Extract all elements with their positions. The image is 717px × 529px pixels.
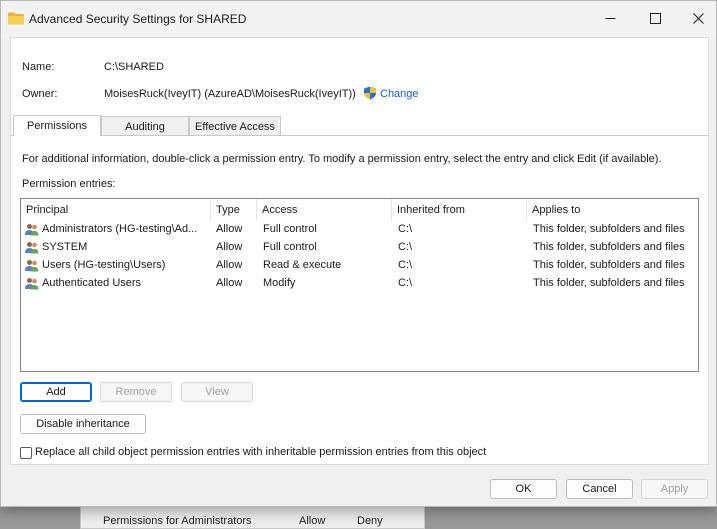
maximize-icon (649, 12, 661, 24)
applies-cell: This folder, subfolders and files (533, 223, 685, 235)
type-cell: Allow (216, 223, 243, 235)
maximize-button[interactable] (632, 1, 678, 35)
owner-value: MoisesRuck(IveyIT) (AzureAD\MoisesRuck(I… (104, 88, 356, 100)
bg-allow-label: Allow (299, 515, 326, 527)
column-header-type[interactable]: Type (211, 199, 257, 220)
inherited-cell: C:\ (398, 241, 413, 253)
permission-entries-list[interactable]: Principal Type Access Inherited from App… (20, 198, 699, 372)
inherited-cell: C:\ (398, 259, 413, 271)
users-group-icon (25, 277, 39, 289)
name-value: C:\SHARED (104, 61, 164, 73)
tab-effective-access[interactable]: Effective Access (189, 116, 281, 136)
add-button[interactable]: Add (20, 382, 92, 402)
users-group-icon (25, 223, 39, 235)
name-label: Name: (22, 61, 55, 73)
cancel-button[interactable]: Cancel (566, 479, 633, 499)
applies-cell: This folder, subfolders and files (533, 241, 685, 253)
change-owner-link[interactable]: Change (380, 88, 419, 100)
minimize-icon (605, 17, 615, 19)
bg-deny-label: Deny (357, 515, 383, 527)
access-cell: Full control (263, 241, 317, 253)
permission-entries-label: Permission entries: (22, 178, 116, 190)
owner-label: Owner: (22, 88, 58, 100)
principal-cell: SYSTEM (42, 241, 88, 253)
access-cell: Modify (263, 277, 296, 289)
applies-cell: This folder, subfolders and files (533, 259, 685, 271)
folder-icon (8, 12, 24, 25)
minimize-button[interactable] (587, 1, 633, 35)
tab-auditing[interactable]: Auditing (101, 116, 189, 136)
inherited-cell: C:\ (398, 277, 413, 289)
replace-child-permissions-checkbox[interactable] (20, 447, 32, 459)
principal-cell: Authenticated Users (42, 277, 142, 289)
access-cell: Full control (263, 223, 317, 235)
ok-button[interactable]: OK (490, 479, 557, 499)
content-panel: Name: C:\SHARED Owner: MoisesRuck(IveyIT… (10, 37, 709, 465)
table-row[interactable]: Authenticated Users Allow Modify C:\ Thi… (21, 274, 698, 292)
table-row[interactable]: SYSTEM Allow Full control C:\ This folde… (21, 238, 698, 256)
users-group-icon (25, 241, 39, 253)
tab-permissions[interactable]: Permissions (13, 115, 101, 136)
disable-inheritance-button[interactable]: Disable inheritance (20, 414, 146, 434)
replace-child-permissions-label: Replace all child object permission entr… (35, 446, 487, 458)
type-cell: Allow (216, 241, 243, 253)
applies-cell: This folder, subfolders and files (533, 277, 685, 289)
tab-divider (11, 135, 708, 136)
close-icon (692, 12, 704, 24)
window-title: Advanced Security Settings for SHARED (29, 12, 247, 26)
column-header-applies-to[interactable]: Applies to (527, 199, 698, 220)
advanced-security-dialog: Advanced Security Settings for SHARED Na… (0, 0, 717, 507)
close-button[interactable] (675, 1, 717, 35)
apply-button[interactable]: Apply (641, 479, 708, 499)
view-button[interactable]: View (181, 382, 253, 402)
principal-cell: Administrators (HG-testing\Ad... (42, 223, 198, 235)
uac-shield-icon (364, 86, 376, 100)
column-header-access[interactable]: Access (257, 199, 392, 220)
remove-button[interactable]: Remove (100, 382, 172, 402)
title-bar: Advanced Security Settings for SHARED (1, 1, 716, 37)
type-cell: Allow (216, 259, 243, 271)
bg-permissions-label: Permissions for Administrators (103, 515, 252, 527)
column-header-principal[interactable]: Principal (21, 199, 211, 220)
table-row[interactable]: Users (HG-testing\Users) Allow Read & ex… (21, 256, 698, 274)
type-cell: Allow (216, 277, 243, 289)
users-group-icon (25, 259, 39, 271)
access-cell: Read & execute (263, 259, 342, 271)
inherited-cell: C:\ (398, 223, 413, 235)
instructions-text: For additional information, double-click… (22, 153, 662, 165)
principal-cell: Users (HG-testing\Users) (42, 259, 166, 271)
table-row[interactable]: Administrators (HG-testing\Ad... Allow F… (21, 220, 698, 238)
column-header-inherited-from[interactable]: Inherited from (392, 199, 527, 220)
